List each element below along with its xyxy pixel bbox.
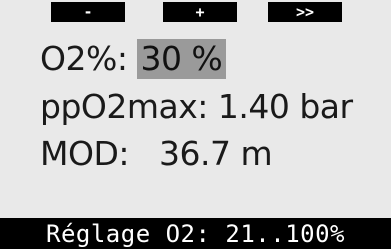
next-button[interactable]: >> [268,2,342,22]
decrease-button[interactable]: - [51,2,125,22]
ppo2max-value: 1.40 bar [217,87,353,126]
o2-value-field[interactable]: 30 % [137,39,227,79]
mod-value: 36.7 m [158,134,273,173]
ppo2max-row: ppO2max: 1.40 bar [40,87,353,126]
o2-row: O2%: 30 % [40,39,227,79]
softkey-bar: - + >> [0,0,391,26]
status-bar: Réglage O2: 21..100% [0,218,391,249]
ppo2max-label: ppO2max: [40,87,208,126]
dive-computer-screen: - + >> O2%: 30 % ppO2max: 1.40 bar MOD: 3… [0,0,391,249]
increase-button[interactable]: + [163,2,237,22]
mod-label: MOD: [40,134,129,173]
mod-row: MOD: 36.7 m [40,134,273,173]
o2-label: O2%: [40,39,128,78]
